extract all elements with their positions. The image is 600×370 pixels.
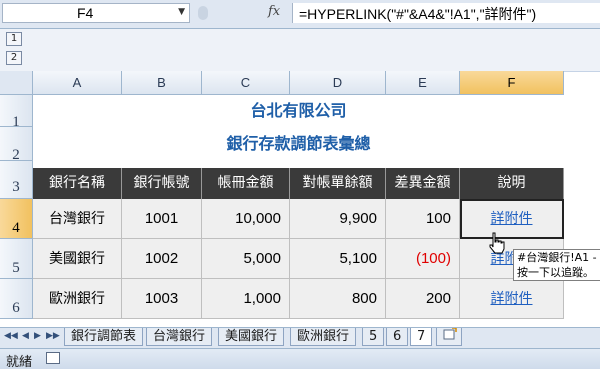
hand-cursor-icon [489,232,505,254]
cell-e4[interactable]: 100 [386,199,460,239]
cell-f4-hyperlink[interactable]: 詳附件 [460,199,564,239]
select-all-corner[interactable] [0,71,33,95]
chevron-down-icon[interactable]: ▼ [178,7,185,17]
name-box-value: F4 [77,5,94,21]
status-text: 就緒 [6,355,33,370]
next-sheet-icon[interactable]: ▶ [34,331,41,341]
tooltip-line-1: #台灣銀行!A1 - [517,251,597,264]
cell-d4[interactable]: 9,900 [290,199,386,239]
hyperlink-tooltip: #台灣銀行!A1 - 按一下以追蹤。 [513,249,600,281]
insert-sheet-icon[interactable] [436,327,462,346]
cell-a5[interactable]: 美國銀行 [33,239,122,279]
sheet-tab-3[interactable]: 美國銀行 [218,328,285,346]
cell-c6[interactable]: 1,000 [202,279,290,319]
sheet-tab-5[interactable]: 5 [362,328,385,346]
prev-sheet-icon[interactable]: ◀ [22,331,29,341]
header-book-amount[interactable]: 帳冊金額 [202,168,290,199]
cell-d6[interactable]: 800 [290,279,386,319]
cell-e6[interactable]: 200 [386,279,460,319]
macro-record-icon[interactable] [46,352,60,364]
status-bar: 就緒 [0,348,600,370]
cell-d5[interactable]: 5,100 [290,239,386,279]
column-header-e[interactable]: E [386,71,460,95]
formula-input[interactable]: =HYPERLINK("#"&A4&"!A1","詳附件") [292,3,600,23]
outline-area: 1 2 [0,29,600,72]
column-header-c[interactable]: C [202,71,290,95]
outline-level-2-button[interactable]: 2 [6,51,22,65]
row-header-2[interactable]: 2 [0,127,33,163]
cell-b5[interactable]: 1002 [122,239,202,279]
row-header-4[interactable]: 4 [0,199,33,239]
header-difference[interactable]: 差異金額 [386,168,460,199]
cell-f6-hyperlink[interactable]: 詳附件 [460,279,564,319]
header-notes[interactable]: 說明 [460,168,564,199]
sheet-tab-2[interactable]: 台灣銀行 [146,328,213,346]
row-header-3[interactable]: 3 [0,161,33,199]
sheet-tab-bar: ◀◀ ◀ ▶ ▶▶ 銀行調節表 台灣銀行 美國銀行 歐洲銀行 5 6 7 [0,327,600,348]
cell-a4[interactable]: 台灣銀行 [33,199,122,239]
formula-bar: F4 ▼ fx =HYPERLINK("#"&A4&"!A1","詳附件") [0,0,600,29]
row-header-6[interactable]: 6 [0,279,33,319]
cell-a6[interactable]: 歐洲銀行 [33,279,122,319]
first-sheet-icon[interactable]: ◀◀ [4,331,18,341]
last-sheet-icon[interactable]: ▶▶ [46,331,60,341]
outline-level-1-button[interactable]: 1 [6,32,22,46]
sheet-title-report: 銀行存款調節表彙總 [226,134,371,153]
sheet-title-company: 台北有限公司 [250,101,347,120]
formula-bar-divider-handle[interactable] [198,6,208,20]
row-header-1[interactable]: 1 [0,95,33,130]
cell-c5[interactable]: 5,000 [202,239,290,279]
column-header-a[interactable]: A [33,71,122,95]
sheet-tab-1[interactable]: 銀行調節表 [64,328,144,346]
column-header-d[interactable]: D [290,71,386,95]
tooltip-line-2: 按一下以追蹤。 [517,266,594,279]
sheet-tab-4[interactable]: 歐洲銀行 [290,328,357,346]
cell-b4[interactable]: 1001 [122,199,202,239]
insert-function-icon[interactable]: fx [268,4,280,19]
header-statement-balance[interactable]: 對帳單餘額 [290,168,386,199]
formula-text: =HYPERLINK("#"&A4&"!A1","詳附件") [299,6,537,22]
row-header-5[interactable]: 5 [0,239,33,279]
column-header-f[interactable]: F [460,71,564,95]
name-box[interactable]: F4 ▼ [2,3,190,23]
cell-c4[interactable]: 10,000 [202,199,290,239]
cell-e5[interactable]: (100) [386,239,460,279]
sheet-tab-7[interactable]: 7 [410,328,433,346]
header-bank-name[interactable]: 銀行名稱 [33,168,122,199]
cell-b6[interactable]: 1003 [122,279,202,319]
header-account-no[interactable]: 銀行帳號 [122,168,202,199]
sheet-tab-6[interactable]: 6 [386,328,409,346]
column-header-b[interactable]: B [122,71,202,95]
